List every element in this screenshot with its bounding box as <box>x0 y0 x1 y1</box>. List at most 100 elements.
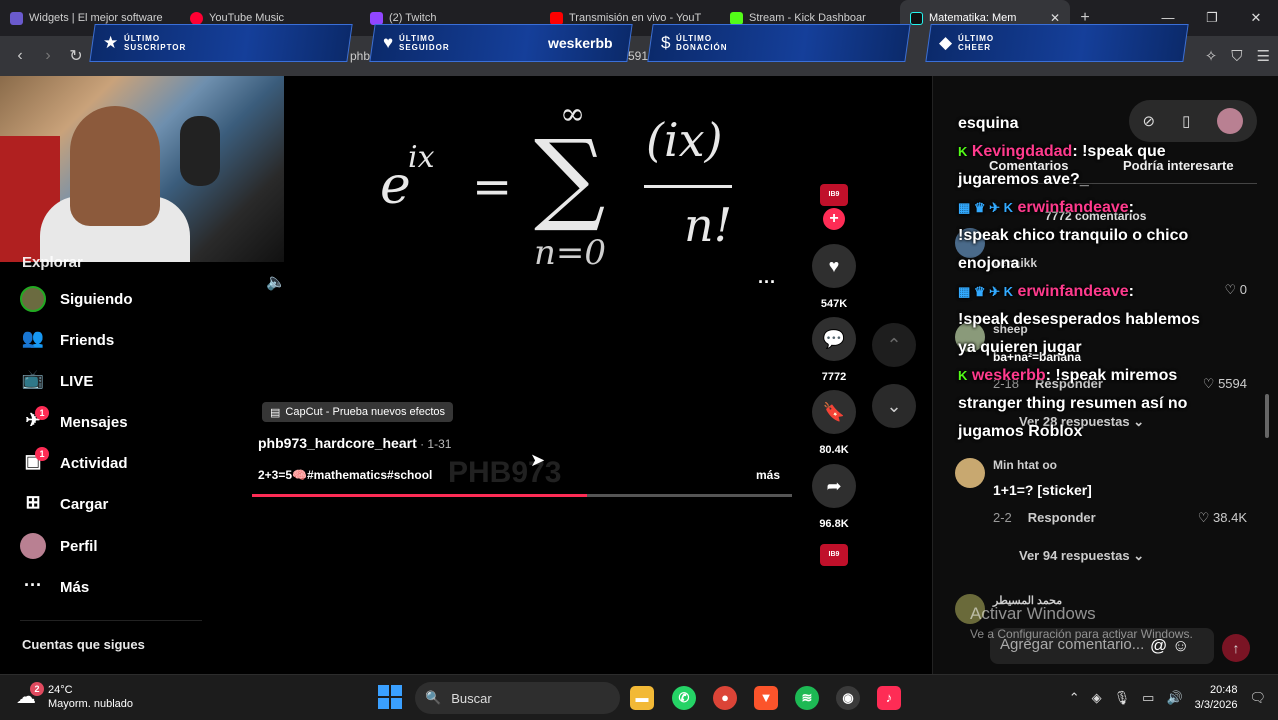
close-tab-icon[interactable]: ✕ <box>1050 11 1060 25</box>
extensions-icon[interactable]: ✧ <box>1205 47 1218 65</box>
sidebar-item-friends[interactable]: 👥 Friends <box>20 328 114 352</box>
display-icon[interactable]: ▭ <box>1142 690 1154 706</box>
formula-sigma: ∑ <box>534 118 605 235</box>
maximize-icon[interactable]: ❐ <box>1190 0 1234 36</box>
chat-username: Kevingdadad <box>971 143 1073 160</box>
back-icon[interactable]: ‹ <box>6 47 34 65</box>
chat-text: enojona <box>958 255 1020 272</box>
sidebar-item-upload[interactable]: ⊞ Cargar <box>20 492 108 516</box>
taskbar-clock[interactable]: 20:48 3/3/2026 <box>1195 683 1238 713</box>
video-progress-fill <box>252 494 587 497</box>
commenter-avatar[interactable] <box>955 458 985 488</box>
streamer-face <box>70 106 160 226</box>
tab-favicon-icon <box>730 11 743 25</box>
save-button[interactable]: 🔖 80.4K <box>808 390 860 456</box>
diamond-icon: ◆ <box>939 33 953 52</box>
video-actions: IB9 + ♥ 547K 💬 7772 🔖 80.4K ➦ 96.8K IB9 <box>808 184 860 574</box>
clock-date: 3/3/2026 <box>1194 699 1238 711</box>
microphone-icon[interactable]: 🎙 <box>1114 690 1131 706</box>
panel-scrollbar[interactable] <box>1265 394 1269 438</box>
formula-numerator: (ix) <box>646 113 723 167</box>
music-disc[interactable]: IB9 <box>808 544 860 566</box>
brave-icon[interactable]: ▼ <box>754 686 778 710</box>
formula-fraction-bar <box>644 185 732 188</box>
comment-count: 7772 <box>821 371 847 383</box>
spotify-icon[interactable]: ≋ <box>795 686 819 710</box>
reload-icon[interactable]: ↻ <box>62 46 90 66</box>
sidebar-divider <box>20 620 202 621</box>
tab-favicon-icon <box>190 11 203 25</box>
video-progress-bar[interactable] <box>252 494 792 497</box>
channel-badge: IB9 <box>820 184 848 206</box>
post-date: · 1-31 <box>416 437 452 451</box>
video-author[interactable]: phb973_hardcore_heart · 1-31 <box>258 435 451 451</box>
search-label: Buscar <box>451 690 492 706</box>
sidebar-item-following[interactable]: Siguiendo <box>20 286 133 312</box>
more-options-icon[interactable]: ··· <box>758 272 776 293</box>
comment-date: 2-2 <box>993 510 1012 525</box>
chat-text: jugamos Roblox <box>958 423 1083 440</box>
more-link[interactable]: más <box>756 468 780 482</box>
volume-icon[interactable]: 🔈 <box>266 272 286 292</box>
capcut-label: CapCut - Prueba nuevos efectos <box>285 406 445 418</box>
video-player[interactable]: 🔈 ··· e ix = ∞ ∑ n=0 (ix) n n! PHB973 ▤C… <box>252 90 792 500</box>
commenter-name[interactable]: Min htat oo <box>993 458 1057 472</box>
sidebar-item-more[interactable]: ··· Más <box>20 575 89 599</box>
banner-label-top: ÚLTIMO <box>676 34 713 43</box>
whatsapp-icon[interactable]: ✆ <box>672 686 696 710</box>
banner-label-bottom: SUSCRIPTOR <box>124 43 187 52</box>
chat-username: erwinfandeave <box>1017 199 1129 216</box>
network-app-icon[interactable]: ◈ <box>1092 690 1102 706</box>
capcut-pill[interactable]: ▤ CapCut - Prueba nuevos efectos <box>262 402 453 422</box>
weather-temp: 24°C <box>48 684 73 696</box>
comment-like-count[interactable]: ♡ 38.4K <box>1198 510 1247 526</box>
comment-button[interactable]: 💬 7772 <box>808 317 860 383</box>
friends-icon: 👥 <box>21 328 45 348</box>
shield-icon[interactable]: ⛉ <box>1231 48 1242 65</box>
send-comment-button[interactable]: ↑ <box>1222 634 1250 662</box>
chat-line: esquina <box>958 110 1258 138</box>
forward-icon[interactable]: › <box>34 47 62 65</box>
creator-avatar[interactable]: IB9 + <box>808 184 860 230</box>
previous-video-button[interactable]: ⌃ <box>872 323 916 367</box>
sidebar-item-label: Más <box>60 578 90 596</box>
chat-line: stranger thing resumen así no <box>958 390 1258 418</box>
stream-chat-overlay: esquina K Kevingdadad: !speak que jugare… <box>958 110 1258 446</box>
share-button[interactable]: ➦ 96.8K <box>808 464 860 530</box>
menu-icon[interactable]: ☰ <box>1257 47 1270 65</box>
file-explorer-icon[interactable]: ▬ <box>630 686 654 710</box>
close-window-icon[interactable]: ✕ <box>1234 0 1278 36</box>
weather-widget[interactable]: ☁ 2 24°C Mayorm. nublado <box>16 682 133 711</box>
banner-last-cheer: ◆ ÚLTIMO CHEER <box>925 24 1189 62</box>
banner-label-bottom: DONACIÓN <box>676 43 729 52</box>
chevron-up-icon[interactable]: ⌃ <box>1069 690 1080 706</box>
volume-tray-icon[interactable]: 🔊 <box>1166 690 1182 706</box>
chrome-icon[interactable]: ● <box>713 686 737 710</box>
taskbar-search[interactable]: 🔍 Buscar <box>415 682 620 714</box>
chat-text: : <box>1128 199 1134 216</box>
notifications-icon[interactable]: 🗨 <box>1249 690 1266 706</box>
sidebar-item-messages[interactable]: ✈ 1 Mensajes <box>20 406 128 434</box>
next-video-button[interactable]: ⌄ <box>872 384 916 428</box>
messages-icon: ✈ 1 <box>20 406 49 434</box>
start-button-icon[interactable] <box>378 685 402 709</box>
sidebar-item-explore-cut[interactable]: Explorar <box>22 254 83 271</box>
view-replies-button[interactable]: Ver 94 respuestas ⌄ <box>1019 548 1144 564</box>
more-icon: ··· <box>24 575 42 595</box>
banner-label-bottom: SEGUIDOR <box>399 43 450 52</box>
sidebar-item-profile[interactable]: Perfil <box>20 533 98 559</box>
sidebar-item-live[interactable]: 📺 LIVE <box>20 369 94 393</box>
formula-denominator: n! <box>684 198 732 252</box>
like-button[interactable]: ♥ 547K <box>808 244 860 310</box>
tiktok-icon[interactable]: ♪ <box>877 686 901 710</box>
tab-label: Matematika: Mem <box>929 12 1017 24</box>
banner-label-top: ÚLTIMO <box>399 34 436 43</box>
follow-plus-icon[interactable]: + <box>823 208 845 230</box>
tiktok-sidebar: Explorar Siguiendo 👥 Friends 📺 LIVE ✈ 1 Mens… <box>0 254 210 674</box>
cursor-icon: ➤ <box>530 450 546 470</box>
stream-alert-banners: ★ ÚLTIMO SUSCRIPTOR ♥ ÚLTIMO SEGUIDOR wesk… <box>89 24 1192 64</box>
sidebar-item-activity[interactable]: ▣ 1 Actividad <box>20 447 128 475</box>
reply-button[interactable]: Responder <box>1028 510 1096 525</box>
obs-icon[interactable]: ◉ <box>836 686 860 710</box>
chat-line: ya quieren jugar <box>958 334 1258 362</box>
